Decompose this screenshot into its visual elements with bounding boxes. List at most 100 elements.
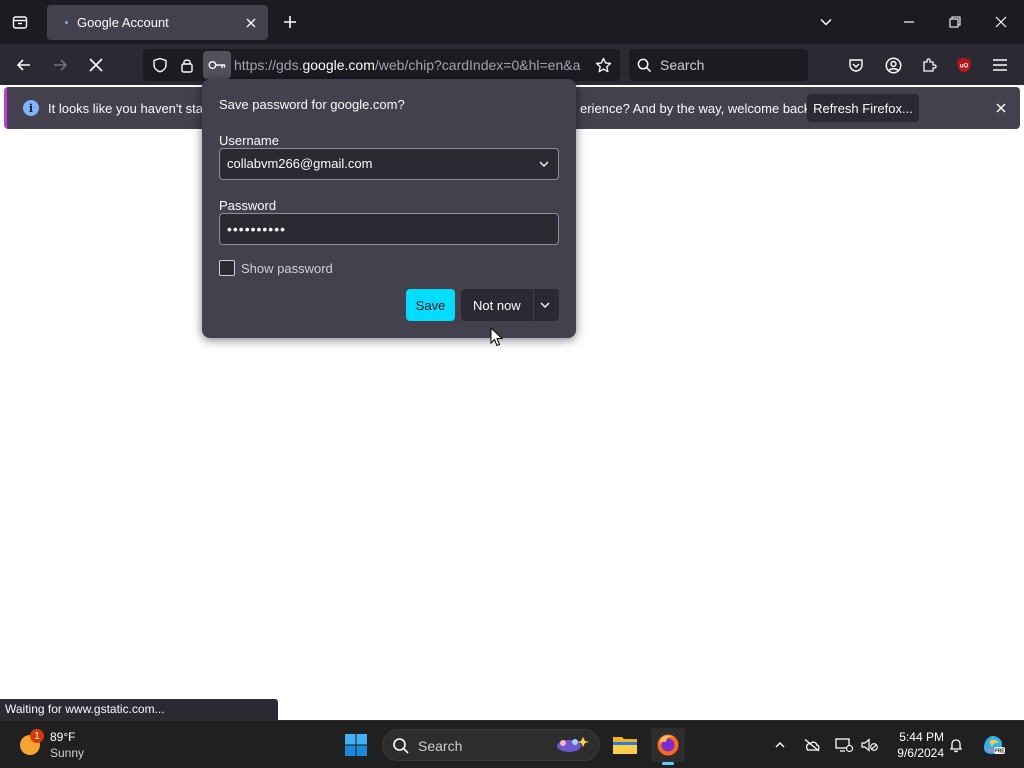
copilot-icon: PRE: [984, 736, 1005, 755]
username-field[interactable]: collabvm266@gmail.com: [219, 148, 559, 180]
firefox-view-icon: [12, 16, 28, 29]
loading-indicator-icon: [65, 21, 68, 24]
extensions-button[interactable]: [916, 52, 942, 78]
show-password-label[interactable]: Show password: [241, 261, 333, 276]
cloud-offline-icon: [804, 738, 820, 752]
tab-close-button[interactable]: [240, 12, 262, 34]
svg-text:uO: uO: [960, 63, 969, 69]
refresh-firefox-button[interactable]: Refresh Firefox...: [807, 94, 919, 122]
start-button[interactable]: [340, 729, 372, 761]
show-password-checkbox[interactable]: [219, 260, 235, 276]
tab-strip: Google Account: [0, 0, 1024, 44]
save-button[interactable]: Save: [406, 289, 455, 321]
puzzle-piece-icon: [923, 58, 937, 72]
volume-tray-button[interactable]: [860, 735, 880, 755]
notification-message-end: erience? And by the way, welcome back!: [580, 101, 814, 116]
file-explorer-button[interactable]: [608, 728, 642, 762]
stop-button[interactable]: [81, 50, 111, 80]
firefox-view-button[interactable]: [6, 8, 34, 36]
chevron-up-icon: [775, 742, 785, 748]
chevron-down-icon[interactable]: [539, 299, 551, 311]
arrow-right-icon: [54, 59, 68, 71]
password-value: ••••••••••: [227, 221, 287, 237]
bookmark-star-button[interactable]: [591, 53, 615, 77]
firefox-taskbar-button[interactable]: [651, 728, 685, 765]
weather-temperature: 89°F: [50, 730, 76, 744]
url-domain: google.com: [302, 57, 375, 73]
taskbar-search-label: Search: [418, 738, 463, 754]
close-icon: [995, 16, 1007, 28]
ublock-origin-icon: uO: [957, 57, 971, 73]
shield-icon: [153, 57, 167, 73]
minimize-button[interactable]: [895, 8, 923, 36]
network-monitor-icon: [835, 738, 853, 753]
info-icon: i: [23, 100, 39, 116]
url-text[interactable]: https://gds.google.com/web/chip?cardInde…: [234, 57, 584, 73]
username-label: Username: [219, 133, 279, 148]
show-hidden-icons-button[interactable]: [770, 735, 790, 755]
new-tab-button[interactable]: [278, 10, 302, 34]
bell-icon: [949, 739, 963, 753]
account-button[interactable]: [880, 52, 906, 78]
clock-date: 9/6/2024: [897, 746, 944, 760]
password-label: Password: [219, 198, 277, 213]
minimize-icon: [904, 21, 914, 23]
pocket-icon: [849, 59, 863, 72]
search-icon: [637, 58, 652, 72]
key-icon: [208, 61, 226, 69]
firefox-icon: [657, 734, 679, 756]
search-highlight-icon: [557, 737, 589, 752]
windows-logo-icon: [345, 734, 367, 756]
notifications-button[interactable]: [946, 735, 966, 755]
url-bar[interactable]: https://gds.google.com/web/chip?cardInde…: [143, 49, 620, 81]
taskbar-search[interactable]: Search: [382, 729, 600, 761]
not-now-label: Not now: [473, 298, 521, 313]
folder-icon: [613, 737, 637, 754]
hamburger-menu-icon: [993, 59, 1007, 71]
close-window-button[interactable]: [987, 8, 1015, 36]
url-suffix: /web/chip?cardIndex=0&hl=en&a: [374, 57, 581, 73]
onedrive-tray-button[interactable]: [802, 735, 822, 755]
weather-condition: Sunny: [50, 746, 85, 760]
forward-button[interactable]: [45, 50, 75, 80]
save-password-panel: Save password for google.com? Username c…: [202, 79, 576, 338]
mouse-cursor-icon: [490, 327, 504, 347]
ublock-origin-button[interactable]: uO: [951, 52, 977, 78]
notification-close-button[interactable]: [991, 98, 1011, 118]
back-button[interactable]: [9, 50, 39, 80]
chevron-down-icon[interactable]: [538, 158, 550, 170]
password-manager-button[interactable]: [203, 51, 231, 79]
weather-badge: 1: [30, 729, 44, 743]
panel-title: Save password for google.com?: [219, 97, 405, 112]
tracking-protection-button[interactable]: [148, 53, 172, 77]
site-security-button[interactable]: [175, 53, 199, 77]
lock-icon: [181, 59, 193, 73]
url-prefix: https://gds.: [234, 57, 303, 73]
tab-title: Google Account: [77, 15, 169, 30]
password-field[interactable]: ••••••••••: [219, 213, 559, 245]
restore-button[interactable]: [941, 8, 969, 36]
pocket-button[interactable]: [843, 52, 869, 78]
search-icon: [393, 738, 409, 754]
weather-widget[interactable]: 1 89°F Sunny: [18, 729, 118, 761]
stop-icon: [89, 58, 103, 72]
speaker-muted-icon: [861, 738, 878, 752]
not-now-button[interactable]: Not now: [461, 289, 559, 321]
list-all-tabs-button[interactable]: [812, 8, 840, 36]
system-clock[interactable]: 5:44 PM 9/6/2024: [888, 729, 944, 761]
status-bar: Waiting for www.gstatic.com...: [0, 699, 278, 720]
close-icon: [246, 18, 256, 27]
app-menu-button[interactable]: [987, 52, 1013, 78]
copilot-button[interactable]: PRE: [980, 735, 1006, 755]
username-value: collabvm266@gmail.com: [227, 156, 373, 171]
plus-icon: [284, 16, 296, 28]
restore-icon: [949, 16, 961, 28]
active-app-indicator: [662, 762, 674, 765]
network-tray-button[interactable]: [834, 735, 854, 755]
clock-time: 5:44 PM: [899, 730, 944, 744]
chevron-down-icon: [820, 18, 832, 26]
star-icon: [595, 57, 611, 72]
show-password-row[interactable]: Show password: [219, 260, 333, 276]
search-bar[interactable]: Search: [629, 49, 808, 81]
tab-google-account[interactable]: Google Account: [47, 5, 268, 40]
